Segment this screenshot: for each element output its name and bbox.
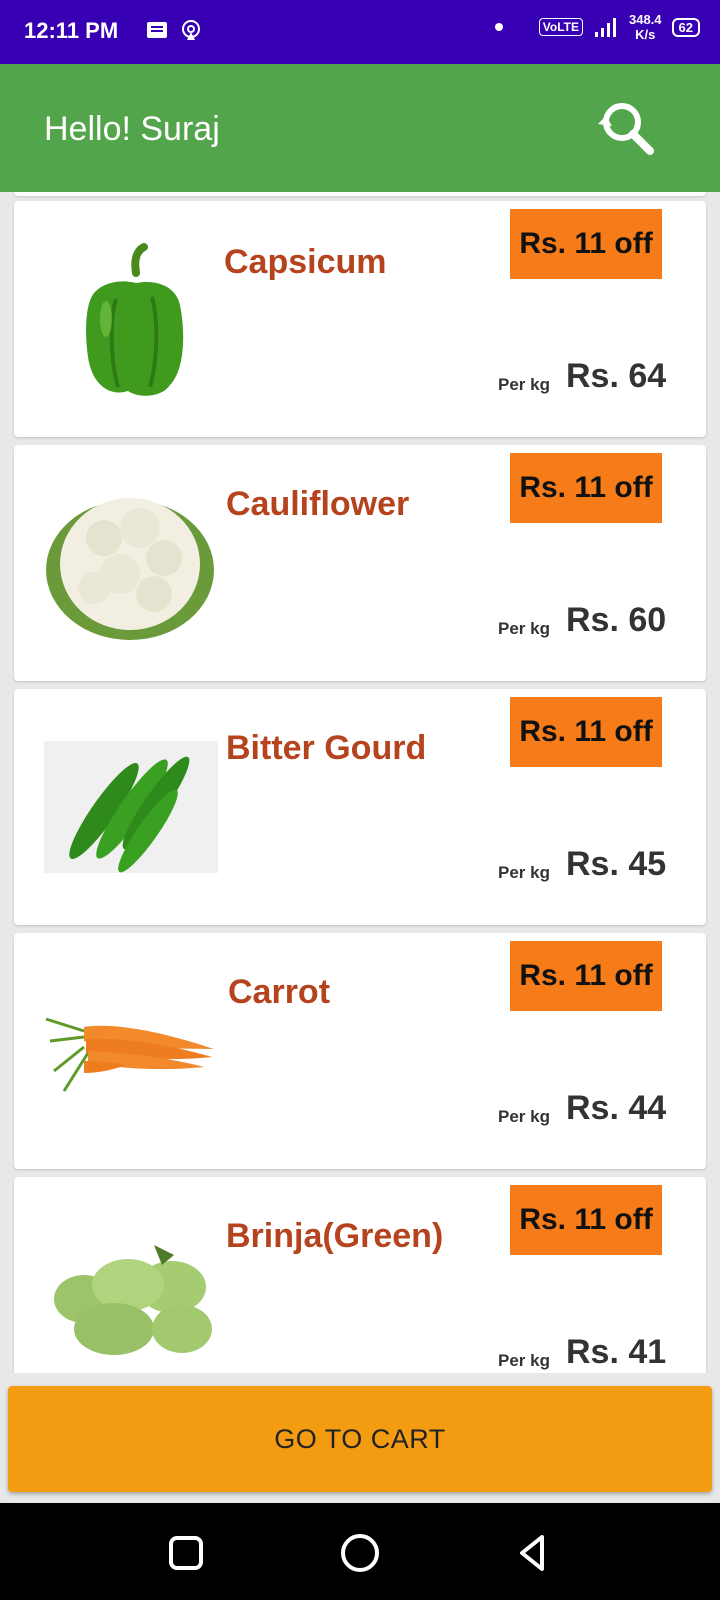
previous-card-edge [14, 192, 706, 196]
signal-icon [594, 18, 616, 37]
price-unit: Per kg [498, 619, 550, 638]
product-card[interactable]: Capsicum Rs. 11 off Per kg Rs. 64 [14, 201, 706, 437]
carrot-icon [45, 1017, 214, 1092]
product-card[interactable]: Cauliflower Rs. 11 off Per kg Rs. 60 [14, 445, 706, 681]
price-unit: Per kg [498, 1351, 550, 1370]
product-name: Cauliflower [226, 485, 410, 523]
product-price: Rs. 60 [566, 601, 667, 639]
price-unit: Per kg [498, 375, 550, 394]
product-name: Carrot [228, 973, 331, 1011]
status-bar: 12:11 PM VoLTE 348.4 K/s 62 [0, 0, 720, 64]
triangle-back-icon [520, 1535, 544, 1571]
product-card[interactable]: Carrot Rs. 11 off Per kg Rs. 44 [14, 933, 706, 1169]
product-image [44, 473, 218, 653]
network-speed-unit: K/s [635, 27, 656, 42]
go-to-cart-button[interactable]: GO TO CART [8, 1386, 712, 1492]
offer-badge: Rs. 11 off [510, 941, 662, 1011]
notification-dot-icon [494, 23, 503, 31]
network-speed: 348.4 K/s [629, 12, 662, 42]
offer-badge: Rs. 11 off [510, 1185, 662, 1255]
offer-badge: Rs. 11 off [510, 453, 662, 523]
status-right-icons: VoLTE 348.4 K/s 62 [494, 12, 700, 42]
search-button[interactable] [592, 96, 658, 162]
product-list[interactable]: Capsicum Rs. 11 off Per kg Rs. 64 Caulif… [0, 192, 720, 1373]
cauliflower-icon [46, 498, 214, 640]
notification-icons [145, 18, 203, 42]
search-refresh-icon [598, 103, 654, 155]
brinjal-icon [54, 1245, 212, 1355]
product-price: Rs. 44 [566, 1089, 667, 1127]
product-name: Brinja(Green) [226, 1217, 444, 1255]
price-unit: Per kg [498, 863, 550, 882]
volte-badge: VoLTE [538, 18, 583, 36]
circle-icon [341, 1534, 379, 1572]
product-price: Rs. 64 [566, 357, 667, 395]
product-price: Rs. 41 [566, 1333, 667, 1371]
capsicum-icon [86, 243, 184, 396]
back-button[interactable] [512, 1531, 556, 1575]
product-image [44, 717, 218, 897]
greeting-title: Hello! Suraj [44, 110, 220, 148]
offer-badge: Rs. 11 off [510, 209, 662, 279]
message-notification-icon [147, 22, 167, 38]
hotspot-notification-icon [182, 20, 200, 40]
price-unit: Per kg [498, 1107, 550, 1126]
product-image [44, 229, 218, 409]
offer-badge: Rs. 11 off [510, 697, 662, 767]
network-speed-value: 348.4 [628, 12, 662, 27]
product-image [44, 961, 218, 1141]
product-price: Rs. 45 [566, 845, 667, 883]
status-time: 12:11 PM [24, 18, 119, 43]
product-name: Bitter Gourd [226, 729, 427, 767]
square-icon [169, 1536, 203, 1570]
bitter-gourd-icon [44, 741, 218, 873]
home-button[interactable] [338, 1531, 382, 1575]
system-navigation-bar [0, 1503, 720, 1600]
battery-indicator: 62 [671, 17, 700, 37]
product-card[interactable]: Brinja(Green) Rs. 11 off Per kg Rs. 41 [14, 1177, 706, 1373]
product-card[interactable]: Bitter Gourd Rs. 11 off Per kg Rs. 45 [14, 689, 706, 925]
product-name: Capsicum [224, 243, 387, 281]
recent-apps-button[interactable] [164, 1531, 208, 1575]
product-image [44, 1205, 218, 1373]
